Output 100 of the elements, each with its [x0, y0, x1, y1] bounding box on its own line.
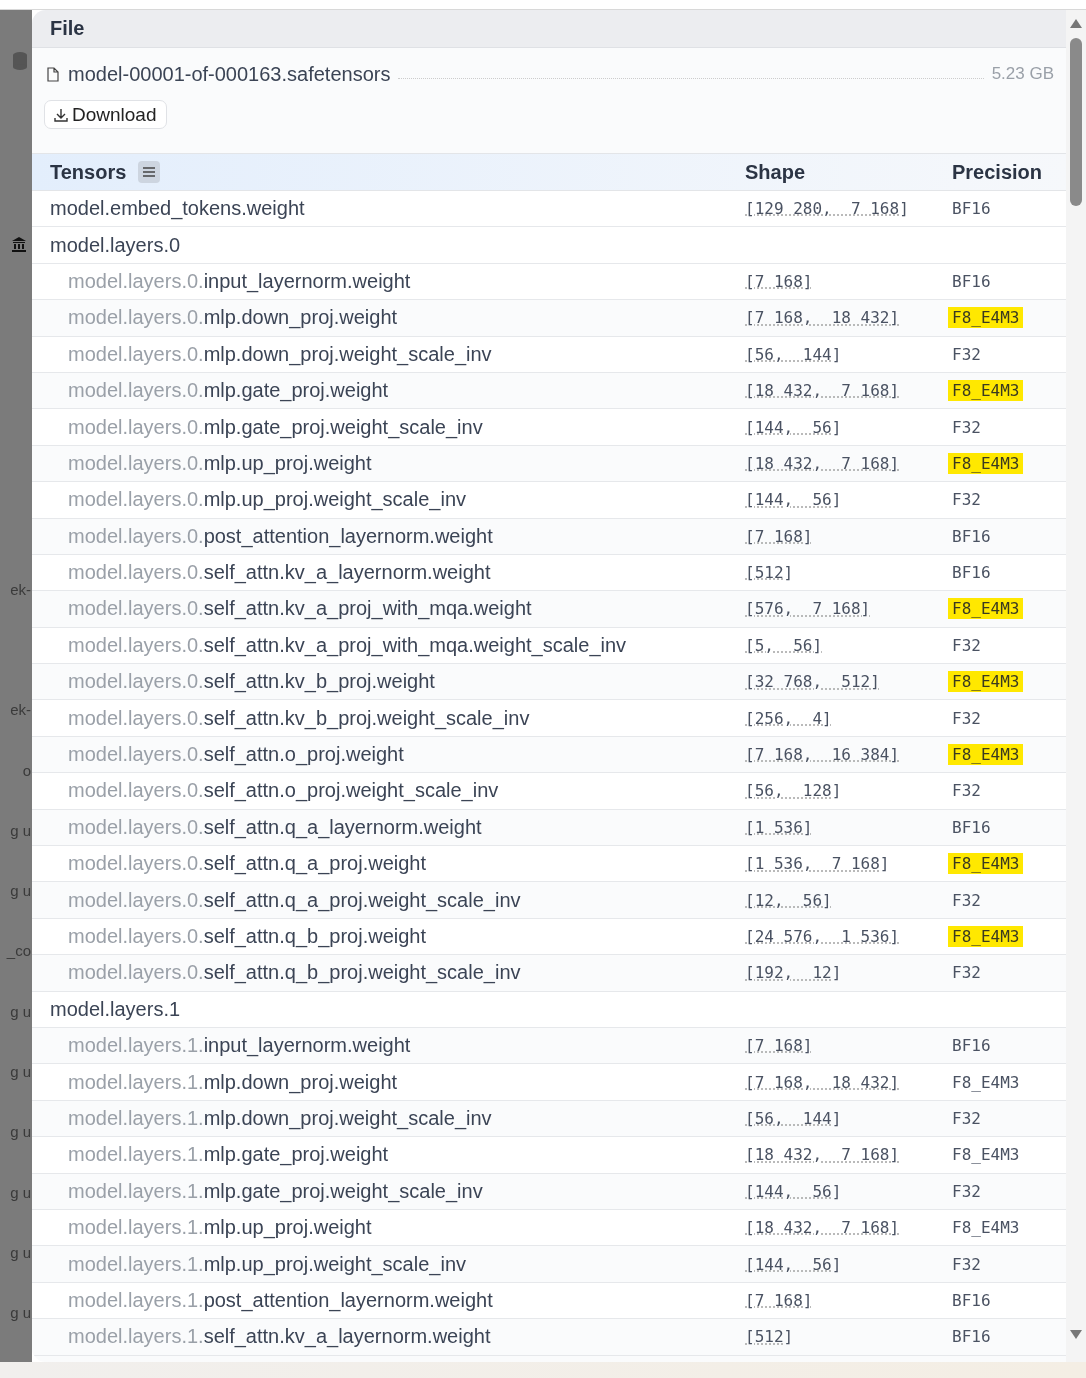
scrollbar-thumb[interactable]: [1070, 38, 1082, 206]
column-header: Tensors: [50, 160, 127, 184]
dimensions-text: [24 576, 1 536]: [745, 927, 900, 946]
dimensions-text: [512]: [745, 1327, 794, 1347]
dimensions-text: [144, 56]: [745, 490, 842, 510]
file-size: 5.23 GB: [991, 64, 1054, 84]
background-text: ek-: [10, 700, 31, 721]
precision-label: F32: [951, 489, 982, 511]
group-name: model.layers.0: [50, 233, 181, 257]
tensor-name: model.layers.0.mlp.up_proj.weight_scale_inv: [68, 488, 467, 512]
tensor-name: model.layers.0.self_attn.q_b_proj.weight_scale_inv: [68, 961, 522, 985]
dimensions-text: [576, 7 168]: [745, 599, 871, 619]
precision-label: F8_E4M3: [948, 307, 1024, 329]
tensor-name: model.layers.0.post_attention_layernorm.weight: [68, 524, 494, 548]
database-icon: [13, 52, 27, 70]
precision-label: F8_E4M3: [948, 926, 1024, 947]
tensor-name: model.layers.0.self_attn.q_a_proj.weight: [68, 852, 427, 876]
column-header: Precision: [952, 160, 1044, 184]
tensor-name: model.layers.0.self_attn.q_b_proj.weight: [68, 925, 427, 948]
column-header: Shape: [745, 160, 807, 184]
dimensions-text: [144, 56]: [745, 1181, 842, 1201]
tensor-name: model.layers.1.post_attention_layernorm.weight: [68, 1288, 494, 1312]
tensor-name: model.layers.0.mlp.down_proj.weight: [68, 306, 399, 330]
dimensions-text: [56, 144]: [745, 344, 842, 364]
dimensions-text: [7 168]: [745, 1290, 813, 1310]
group-name: model.layers.1: [50, 997, 181, 1021]
precision-label: F32: [951, 343, 982, 365]
dimensions-text: [7 168, 18 432]: [745, 1072, 900, 1092]
scroll-down-icon[interactable]: [1070, 1330, 1082, 1339]
dimensions-text: [256, 4]: [745, 708, 832, 728]
tensor-name: model.layers.1.self_attn.kv_a_layernorm.weight: [68, 1325, 492, 1349]
tensor-name: model.layers.1.mlp.gate_proj.weight_scale_inv: [68, 1179, 484, 1203]
tensor-name: model.layers.0.self_attn.kv_b_proj.weight_scale_inv: [68, 706, 531, 730]
panel-title: File: [50, 17, 85, 40]
tensor-name: model.layers.0.mlp.gate_proj.weight: [68, 379, 390, 403]
scroll-up-icon[interactable]: [1070, 19, 1082, 28]
tensor-name: model.layers.0.mlp.up_proj.weight: [68, 451, 373, 475]
dimensions-text: [56, 144]: [745, 1108, 842, 1128]
background-text: _co: [6, 941, 31, 962]
tensor-name: model.layers.0.self_attn.kv_a_proj_with_mqa.weight_scale_inv: [68, 633, 628, 657]
dimensions-text: [18 432, 7 168]: [745, 1218, 900, 1238]
precision-label: F8_E4M3: [948, 598, 1024, 620]
tensor-name: model.layers.1.mlp.down_proj.weight_scale_inv: [68, 1106, 493, 1130]
dimensions-text: [7 168]: [745, 1036, 813, 1056]
tensor-name: model.layers.0.input_layernorm.weight: [68, 269, 412, 293]
precision-label: BF16: [951, 1289, 992, 1311]
tensor-name: model.layers.1.input_layernorm.weight: [68, 1034, 412, 1058]
tensor-name: model.layers.0.self_attn.q_a_proj.weight_scale_inv: [68, 888, 522, 912]
precision-label: F8_E4M3: [948, 853, 1024, 875]
precision-label: F32: [951, 1107, 982, 1129]
background-text: g u: [10, 820, 31, 841]
precision-label: F8_E4M3: [951, 1071, 1021, 1093]
background-text: ek-: [10, 580, 31, 600]
dimensions-text: [192, 12]: [745, 963, 842, 983]
precision-label: F8_E4M3: [951, 1144, 1021, 1166]
download-button[interactable]: Download: [44, 100, 167, 129]
tensor-name: model.embed_tokens.weight: [50, 197, 306, 221]
tensor-name: model.layers.1.mlp.down_proj.weight: [68, 1070, 399, 1094]
tensor-name: model.layers.1.mlp.up_proj.weight: [68, 1216, 373, 1240]
file-name: model-00001-of-000163.safetensors: [68, 62, 391, 86]
dimensions-text: [56, 128]: [745, 781, 842, 801]
precision-label: BF16: [951, 198, 992, 220]
precision-label: F8_E4M3: [948, 671, 1024, 693]
precision-label: BF16: [951, 562, 992, 584]
precision-label: F8_E4M3: [948, 452, 1024, 474]
tensor-name: model.layers.0.self_attn.o_proj.weight: [68, 743, 405, 767]
tensor-name: model.layers.0.self_attn.o_proj.weight_scale_inv: [68, 779, 500, 803]
background-text: o: [22, 760, 31, 781]
precision-label: F32: [951, 889, 982, 911]
precision-label: F8_E4M3: [948, 744, 1024, 766]
precision-label: F32: [951, 1180, 982, 1202]
precision-label: BF16: [951, 1326, 992, 1348]
tensor-name: model.layers.1.mlp.up_proj.weight_scale_inv: [68, 1252, 467, 1276]
tensor-name: model.layers.0.mlp.gate_proj.weight_scale_inv: [68, 415, 484, 439]
dimensions-text: [1 536]: [745, 817, 813, 837]
file-icon: [47, 66, 59, 82]
background-text: g u: [10, 1122, 31, 1143]
precision-label: BF16: [951, 270, 992, 292]
dimensions-text: [32 768, 512]: [745, 672, 880, 692]
precision-label: F32: [951, 707, 982, 729]
dimensions-text: [7 168]: [745, 526, 813, 546]
precision-label: F8_E4M3: [948, 380, 1024, 402]
download-icon: [54, 107, 68, 122]
background-text: g u: [10, 881, 31, 902]
dimensions-text: [12, 56]: [745, 890, 832, 910]
tensor-name: model.layers.1.mlp.gate_proj.weight: [68, 1143, 390, 1167]
background-text: g u: [10, 1303, 31, 1324]
dimensions-text: [129 280, 7 168]: [745, 199, 909, 219]
precision-label: F32: [951, 962, 982, 984]
menu-icon[interactable]: [138, 161, 161, 183]
precision-label: F32: [951, 416, 982, 438]
bank-icon: [11, 236, 27, 252]
background-text: g u: [10, 1001, 31, 1022]
precision-label: F8_E4M3: [951, 1217, 1021, 1239]
tensor-name: model.layers.0.self_attn.kv_b_proj.weight: [68, 670, 436, 694]
background-text: g u: [10, 1062, 31, 1083]
precision-label: BF16: [951, 1035, 992, 1057]
dimensions-text: [1 536, 7 168]: [745, 854, 890, 874]
dimensions-text: [512]: [745, 563, 794, 583]
dimensions-text: [18 432, 7 168]: [745, 1145, 900, 1165]
